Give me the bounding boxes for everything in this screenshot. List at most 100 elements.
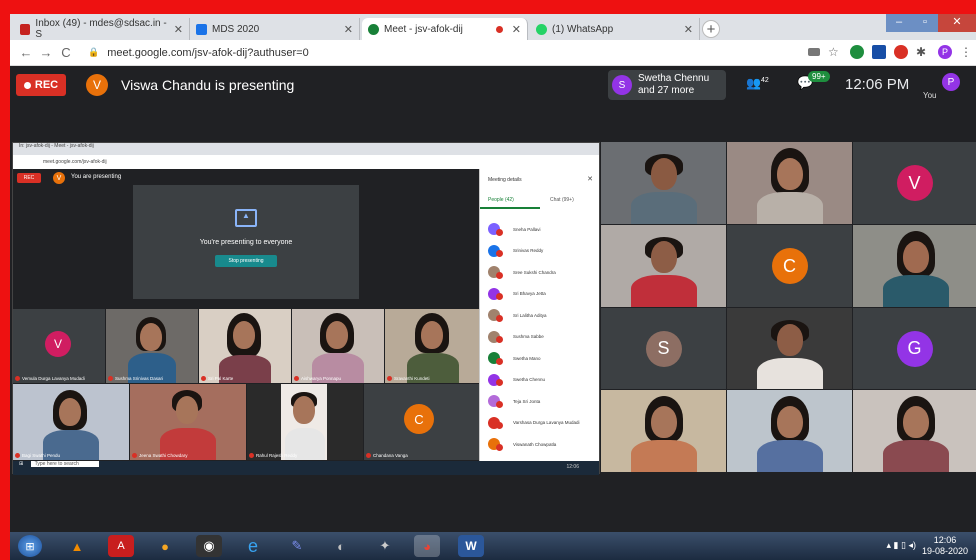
media-player-icon[interactable]: ◐ — [328, 535, 354, 557]
new-tab-button[interactable]: + — [702, 20, 720, 38]
close-tab-icon[interactable]: ✕ — [512, 23, 521, 36]
firefox-icon[interactable]: ● — [152, 535, 178, 557]
profile-avatar[interactable]: P — [938, 45, 952, 59]
reload-button[interactable]: C — [56, 45, 76, 60]
tab-title: MDS 2020 — [212, 23, 260, 35]
network-icon[interactable]: ▮ — [894, 540, 899, 550]
tab-whatsapp[interactable]: (1) WhatsApp ✕ — [530, 18, 700, 40]
show-hidden-icon[interactable]: ▴ — [887, 540, 892, 550]
tile-name: Jeena Swathi Chowdary — [132, 453, 188, 458]
shared-tile: Aishwarya Ponnapu — [292, 309, 384, 383]
system-clock[interactable]: 12:06 19-08-2020 — [922, 535, 968, 557]
maximize-button[interactable]: ▫ — [912, 14, 938, 32]
participants-chip[interactable]: S Swetha Chennu and 27 more — [608, 70, 726, 100]
mic-off-icon — [496, 314, 503, 322]
grammarly-icon[interactable] — [850, 45, 864, 59]
close-window-button[interactable]: ✕ — [938, 14, 976, 32]
shared-rec-badge: REC — [17, 173, 41, 183]
person-body — [757, 358, 823, 389]
person-face — [777, 158, 803, 190]
video-tile[interactable] — [727, 308, 852, 389]
minimize-button[interactable]: – — [886, 14, 912, 32]
tab-title: Meet - jsv-afok-dij — [384, 23, 463, 35]
tab-title: Inbox (49) - mdes@sdsac.in - S — [35, 18, 167, 40]
people-list-item: Sri Lalitha Aditya — [488, 305, 596, 325]
paint-icon[interactable]: ✎ — [284, 535, 310, 557]
puzzle-icon[interactable]: ✱ — [916, 45, 930, 59]
camera-app-icon[interactable]: ◉ — [196, 535, 222, 557]
vlc-icon[interactable]: ▲ — [64, 535, 90, 557]
close-tab-icon[interactable]: ✕ — [344, 23, 353, 36]
mic-off-icon — [496, 336, 503, 343]
tab-title: (1) WhatsApp — [552, 23, 614, 35]
person-name: Srinivas Reddy — [513, 248, 544, 253]
camera-icon[interactable] — [808, 48, 820, 56]
recording-badge: REC — [16, 74, 66, 96]
tab-gmail[interactable]: Inbox (49) - mdes@sdsac.in - S ✕ — [14, 18, 190, 40]
people-list-item: Viswanath Chowpatla — [488, 434, 596, 454]
person-name: Sneha Pallavi — [513, 226, 541, 232]
video-tile[interactable] — [601, 142, 726, 224]
internet-explorer-icon[interactable]: e — [240, 535, 266, 557]
self-label: You — [923, 91, 937, 100]
search-box: Type here to search — [30, 461, 99, 467]
tab-meet[interactable]: Meet - jsv-afok-dij ✕ — [362, 18, 528, 40]
forward-button[interactable]: → — [36, 45, 56, 60]
extension-icon[interactable] — [872, 45, 886, 59]
shared-presenting-text: You are presenting — [71, 174, 122, 180]
person-face — [903, 406, 929, 438]
people-list-item: Sneha Pallavi — [488, 219, 596, 239]
tab-people: People (42) — [488, 197, 514, 203]
stop-presenting-button: Stop presenting — [215, 255, 277, 267]
people-list-item: Sree Sukshi Chandra — [488, 262, 596, 282]
person-name: Sushma Sabbe — [513, 334, 544, 339]
tile-avatar: C — [404, 404, 434, 434]
video-tile[interactable]: C — [727, 225, 852, 307]
url-input[interactable]: meet.google.com/jsv-afok-dij?authuser=0 — [107, 47, 308, 59]
video-tile[interactable] — [727, 142, 852, 224]
person-body — [631, 192, 697, 224]
self-avatar[interactable]: P — [942, 73, 960, 91]
star-icon[interactable]: ☆ — [828, 45, 842, 59]
video-tile[interactable]: V — [853, 142, 976, 224]
back-button[interactable]: ← — [16, 45, 36, 60]
video-tile[interactable] — [727, 390, 852, 472]
clock-date: 19-08-2020 — [921, 546, 968, 556]
battery-icon[interactable]: ▯ — [901, 540, 906, 550]
shared-tile: Rahul Rajesh Reddy — [247, 384, 363, 460]
red-border-frame: Inbox (49) - mdes@sdsac.in - S ✕ MDS 202… — [0, 0, 976, 560]
video-tile[interactable] — [853, 390, 976, 472]
mds-icon — [196, 23, 207, 35]
shared-tile: V Vemula Durga Lavanya Mudadi — [13, 309, 105, 383]
close-tab-icon[interactable]: ✕ — [174, 23, 183, 36]
shared-tile: Bagi Swathi Pendu — [13, 384, 129, 460]
video-tile[interactable]: S — [601, 308, 726, 389]
people-icon: 👥 — [746, 76, 761, 90]
people-button[interactable]: 👥42 — [746, 76, 769, 90]
start-button[interactable]: ⊞ — [18, 535, 42, 557]
shared-tile: Sushma Srinivas Dasari — [106, 309, 198, 383]
tools-icon[interactable]: ✦ — [372, 535, 398, 557]
tab-mds[interactable]: MDS 2020 ✕ — [190, 18, 360, 40]
address-bar: ← → C 🔒 meet.google.com/jsv-afok-dij?aut… — [10, 40, 976, 66]
person-face — [777, 324, 803, 356]
mic-off-icon — [496, 271, 503, 279]
menu-icon[interactable]: ⋮ — [960, 45, 972, 59]
chrome-icon[interactable]: ◕ — [414, 535, 440, 557]
close-icon: ✕ — [587, 176, 593, 183]
pdf-reader-icon[interactable]: A — [108, 535, 134, 557]
present-screen-icon: ▲ — [235, 209, 257, 227]
video-tile[interactable] — [853, 225, 976, 307]
extension-icon[interactable] — [894, 45, 908, 59]
word-icon[interactable]: W — [458, 535, 484, 557]
video-tile[interactable] — [601, 390, 726, 472]
volume-icon[interactable]: ◂) — [908, 540, 916, 550]
windows-icon: ⊞ — [19, 461, 24, 467]
person-face — [651, 406, 677, 438]
close-tab-icon[interactable]: ✕ — [684, 23, 693, 36]
video-tile[interactable] — [601, 225, 726, 307]
lock-icon: 🔒 — [88, 47, 100, 57]
video-tile[interactable]: G — [853, 308, 976, 389]
gmail-icon — [20, 23, 31, 35]
participant-more: and 27 more — [638, 85, 695, 96]
